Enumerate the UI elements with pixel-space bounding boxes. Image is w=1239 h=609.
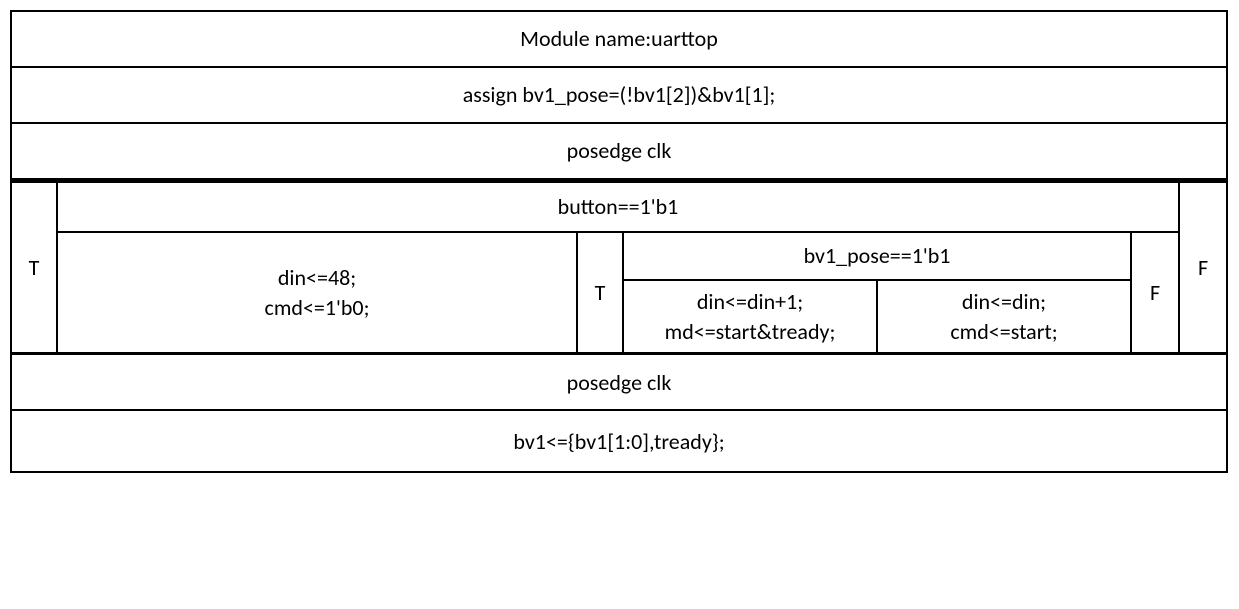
inner-true-label: T	[578, 233, 624, 352]
trigger-row-1: posedge clk	[12, 124, 1226, 180]
inner-true-line2: md<=start&tready;	[665, 317, 836, 347]
inner-true-line1: din<=din+1;	[697, 287, 803, 317]
assign-row: assign bv1_pose=(!bv1[2])&bv1[1];	[12, 68, 1226, 124]
footer-row: bv1<={bv1[1:0],tready};	[12, 411, 1226, 471]
conditional-body: button==1'b1 din<=48; cmd<=1'b0; T bv1_p…	[58, 183, 1180, 352]
module-name: Module name:uarttop	[12, 12, 1226, 66]
inner-true-block: din<=din+1; md<=start&tready;	[624, 281, 878, 352]
outer-true-block: din<=48; cmd<=1'b0;	[58, 233, 578, 352]
outer-branches: din<=48; cmd<=1'b0; T bv1_pose==1'b1 din…	[58, 233, 1178, 352]
outer-true-line1: din<=48;	[278, 263, 356, 293]
conditional-block: T button==1'b1 din<=48; cmd<=1'b0; T bv1…	[12, 180, 1226, 355]
module-diagram: Module name:uarttop assign bv1_pose=(!bv…	[10, 10, 1228, 473]
footer-statement: bv1<={bv1[1:0],tready};	[12, 411, 1226, 471]
inner-condition: bv1_pose==1'b1	[624, 233, 1130, 281]
inner-false-label: F	[1132, 233, 1178, 352]
trigger-row-2: posedge clk	[12, 355, 1226, 411]
trigger-2: posedge clk	[12, 355, 1226, 409]
outer-true-label: T	[12, 183, 58, 352]
outer-condition: button==1'b1	[58, 183, 1178, 233]
inner-false-line1: din<=din;	[962, 287, 1046, 317]
outer-false-label: F	[1180, 183, 1226, 352]
inner-false-block: din<=din; cmd<=start;	[878, 281, 1130, 352]
outer-true-line2: cmd<=1'b0;	[265, 293, 370, 323]
trigger-1: posedge clk	[12, 124, 1226, 178]
assign-statement: assign bv1_pose=(!bv1[2])&bv1[1];	[12, 68, 1226, 122]
module-header-row: Module name:uarttop	[12, 12, 1226, 68]
inner-conditional-body: bv1_pose==1'b1 din<=din+1; md<=start&tre…	[624, 233, 1132, 352]
inner-branches: din<=din+1; md<=start&tready; din<=din; …	[624, 281, 1130, 352]
inner-false-line2: cmd<=start;	[950, 317, 1057, 347]
